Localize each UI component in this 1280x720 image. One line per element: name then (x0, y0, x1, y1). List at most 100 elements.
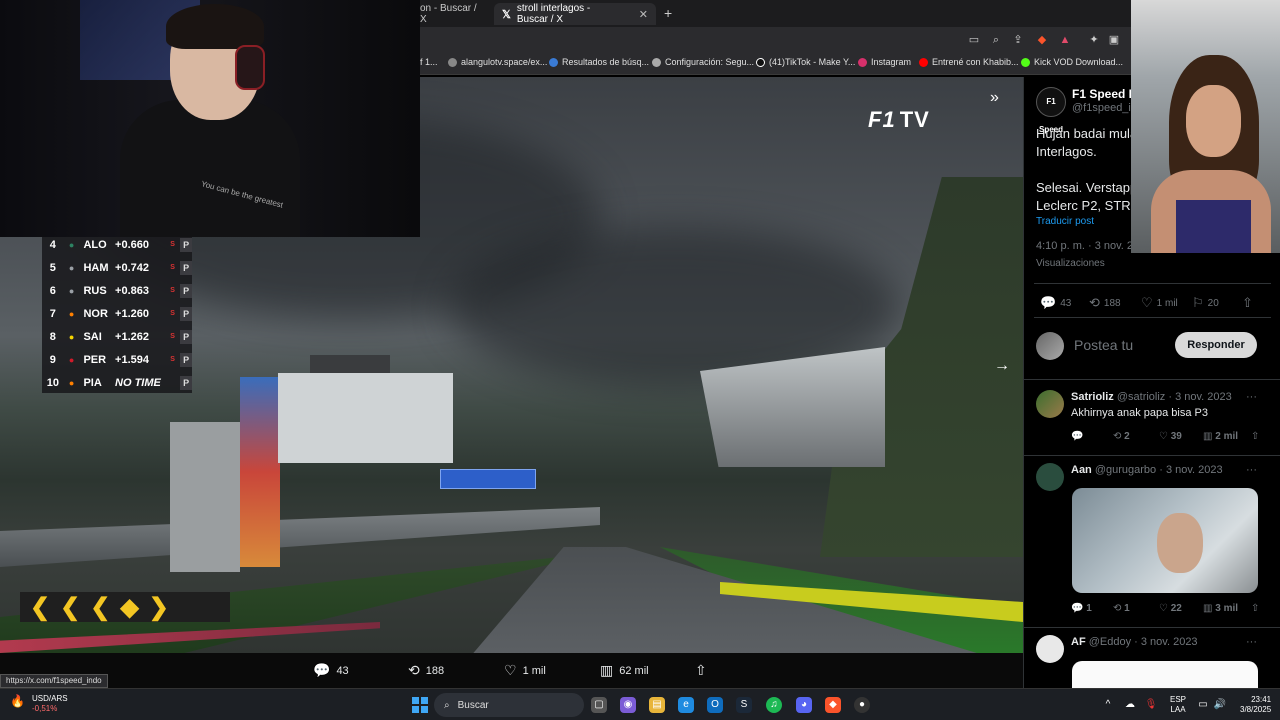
edge-icon[interactable]: e (678, 697, 694, 713)
share-stat[interactable]: ⇧ (1242, 295, 1253, 311)
engagement-bar: 💬 43 ⟲ 188 ♡ 1 mil ▥ 62 mil ⇧ (0, 653, 1023, 688)
views-stat[interactable]: ▥ 2 mil (1203, 431, 1238, 442)
file-explorer-icon[interactable]: ▤ (649, 697, 665, 713)
repost-stat[interactable]: ⟲ 188 (1089, 295, 1121, 311)
person-face (1186, 85, 1241, 157)
team-logo-icon: ● (68, 285, 75, 296)
share-icon[interactable]: ⇧ (1251, 431, 1259, 442)
share-button[interactable]: ⇧ (695, 662, 707, 679)
reply-author[interactable]: AF (1071, 636, 1086, 648)
person-top (1176, 200, 1251, 253)
language-indicator[interactable]: ESP LAA (1170, 695, 1186, 715)
avatar[interactable]: F1 Speed (1036, 87, 1066, 134)
like-stat[interactable]: ♡ 39 (1159, 431, 1182, 442)
chevron-up-icon[interactable]: ^ (1100, 697, 1116, 713)
divider (1024, 627, 1280, 628)
reply-handle: @gurugarbo (1094, 464, 1157, 476)
avatar[interactable] (1036, 463, 1064, 491)
more-icon[interactable]: ··· (1246, 464, 1257, 476)
bookmark-item[interactable]: (41)TikTok - Make Y... (756, 57, 855, 67)
author-name[interactable]: F1 Speed In (1072, 87, 1139, 101)
gap: NO TIME (115, 376, 161, 389)
tab-stroll-interlagos[interactable]: 𝕏 stroll interlagos - Buscar / X ✕ (494, 3, 656, 25)
translate-link[interactable]: Traducir post (1036, 216, 1094, 227)
share-icon[interactable]: ⇪ (1011, 33, 1025, 47)
repost-stat[interactable]: ⟲ 1 (1113, 603, 1130, 614)
mic-icon[interactable]: 🎙 (1143, 697, 1159, 713)
reply-submit-button[interactable]: Responder (1175, 332, 1257, 358)
obs-icon[interactable]: ● (854, 697, 870, 713)
position: 7 (49, 307, 56, 320)
more-icon[interactable]: ··· (1246, 391, 1257, 403)
like-button[interactable]: ♡ 1 mil (504, 662, 546, 679)
speaker-icon[interactable]: 🔊 (1212, 697, 1228, 713)
reply-input[interactable]: Postea tu (1074, 337, 1133, 353)
like-stat[interactable]: ♡ 1 mil (1141, 295, 1178, 311)
share-icon[interactable]: ⇧ (1251, 603, 1259, 614)
timing-row: 8 ● SAI +1.262 S P (42, 325, 192, 348)
post-timestamp[interactable]: 4:10 p. m. · 3 nov. 2 (1036, 240, 1133, 252)
like-stat[interactable]: ♡ 22 (1159, 603, 1182, 614)
person-body (120, 100, 300, 237)
bookmark-item[interactable]: Configuración: Segu... (652, 57, 754, 67)
bookmark-item[interactable]: Instagram (858, 57, 911, 67)
repost-stat[interactable]: ⟲ 2 (1113, 431, 1130, 442)
outlook-icon[interactable]: O (707, 697, 723, 713)
views-button[interactable]: ▥ 62 mil (600, 662, 649, 679)
spotify-icon[interactable]: ♫ (766, 697, 782, 713)
steam-icon[interactable]: S (736, 697, 752, 713)
expand-icon[interactable]: » (990, 89, 999, 107)
close-tab-icon[interactable]: ✕ (639, 8, 648, 21)
more-icon[interactable]: ··· (1246, 636, 1257, 648)
timing-row: 10 ● PIA NO TIME P (42, 371, 192, 394)
bookmark-item[interactable]: f 1... (420, 57, 438, 67)
copilot-icon[interactable]: ◉ (620, 697, 636, 713)
taskbar-search[interactable]: ⌕ Buscar (434, 693, 584, 717)
pit-indicator: P (180, 306, 192, 321)
comment-icon[interactable]: 💬 (1071, 431, 1083, 442)
bookmark-item[interactable]: alangulotv.space/ex... (448, 57, 547, 67)
clock[interactable]: 23:41 3/8/2025 (1240, 695, 1271, 715)
cast-icon[interactable]: ▭ (967, 33, 981, 47)
bookmark-stat[interactable]: ⚐ 20 (1192, 295, 1219, 311)
sponsor-board (440, 469, 536, 489)
new-tab-button[interactable]: + (664, 5, 672, 21)
network-icon[interactable]: ☁ (1122, 697, 1138, 713)
windows-start-icon[interactable] (412, 697, 428, 713)
brave-icon[interactable]: ◆ (825, 697, 841, 713)
repost-button[interactable]: ⟲ 188 (408, 662, 444, 679)
grandstand-left (278, 373, 453, 463)
brave-shield-icon[interactable]: ◆ (1035, 33, 1049, 47)
next-arrow-icon[interactable]: → (994, 357, 1010, 375)
bookmark-item[interactable]: Resultados de búsq... (549, 57, 649, 67)
task-view-icon[interactable]: ▢ (591, 697, 607, 713)
comment-icon: 💬 (313, 662, 331, 678)
driver-code: RUS (83, 284, 107, 297)
reply-author[interactable]: Satrioliz (1071, 391, 1114, 403)
sidebar-toggle-icon[interactable]: ▣ (1107, 33, 1121, 47)
views-stat[interactable]: ▥ 3 mil (1203, 603, 1238, 614)
reply-text: Akhirnya anak papa bisa P3 (1071, 407, 1208, 419)
zoom-icon[interactable]: ⌕ (989, 33, 1003, 47)
brave-rewards-icon[interactable]: ▲ (1058, 33, 1072, 47)
avatar[interactable] (1036, 390, 1064, 418)
bookmark-item[interactable]: Entrené con Khabib... (919, 57, 1019, 67)
reply-image[interactable] (1072, 488, 1258, 593)
currency-widget[interactable]: 🔥 USD/ARS -0,51% (10, 694, 68, 714)
display-icon[interactable]: ▭ (1195, 697, 1211, 713)
pit-indicator: P (180, 352, 192, 367)
reply-stat[interactable]: 💬 43 (1040, 295, 1071, 311)
team-logo-icon: ● (68, 262, 75, 273)
reply-author[interactable]: Aan (1071, 464, 1092, 476)
discord-icon[interactable]: ◕ (796, 697, 812, 713)
bookmark-icon: ⚐ (1192, 295, 1204, 310)
reply-stat[interactable]: 💬 1 (1071, 603, 1092, 614)
divider (1034, 317, 1271, 318)
bookmark-item[interactable]: Kick VOD Download... (1021, 57, 1123, 67)
reply-image[interactable] (1072, 661, 1258, 688)
author-handle[interactable]: @f1speed_in (1072, 102, 1137, 114)
avatar[interactable] (1036, 635, 1064, 663)
tab-search-x[interactable]: on - Buscar / X (412, 3, 492, 25)
reply-button[interactable]: 💬 43 (313, 662, 349, 679)
extensions-icon[interactable]: ✦ (1087, 33, 1101, 47)
